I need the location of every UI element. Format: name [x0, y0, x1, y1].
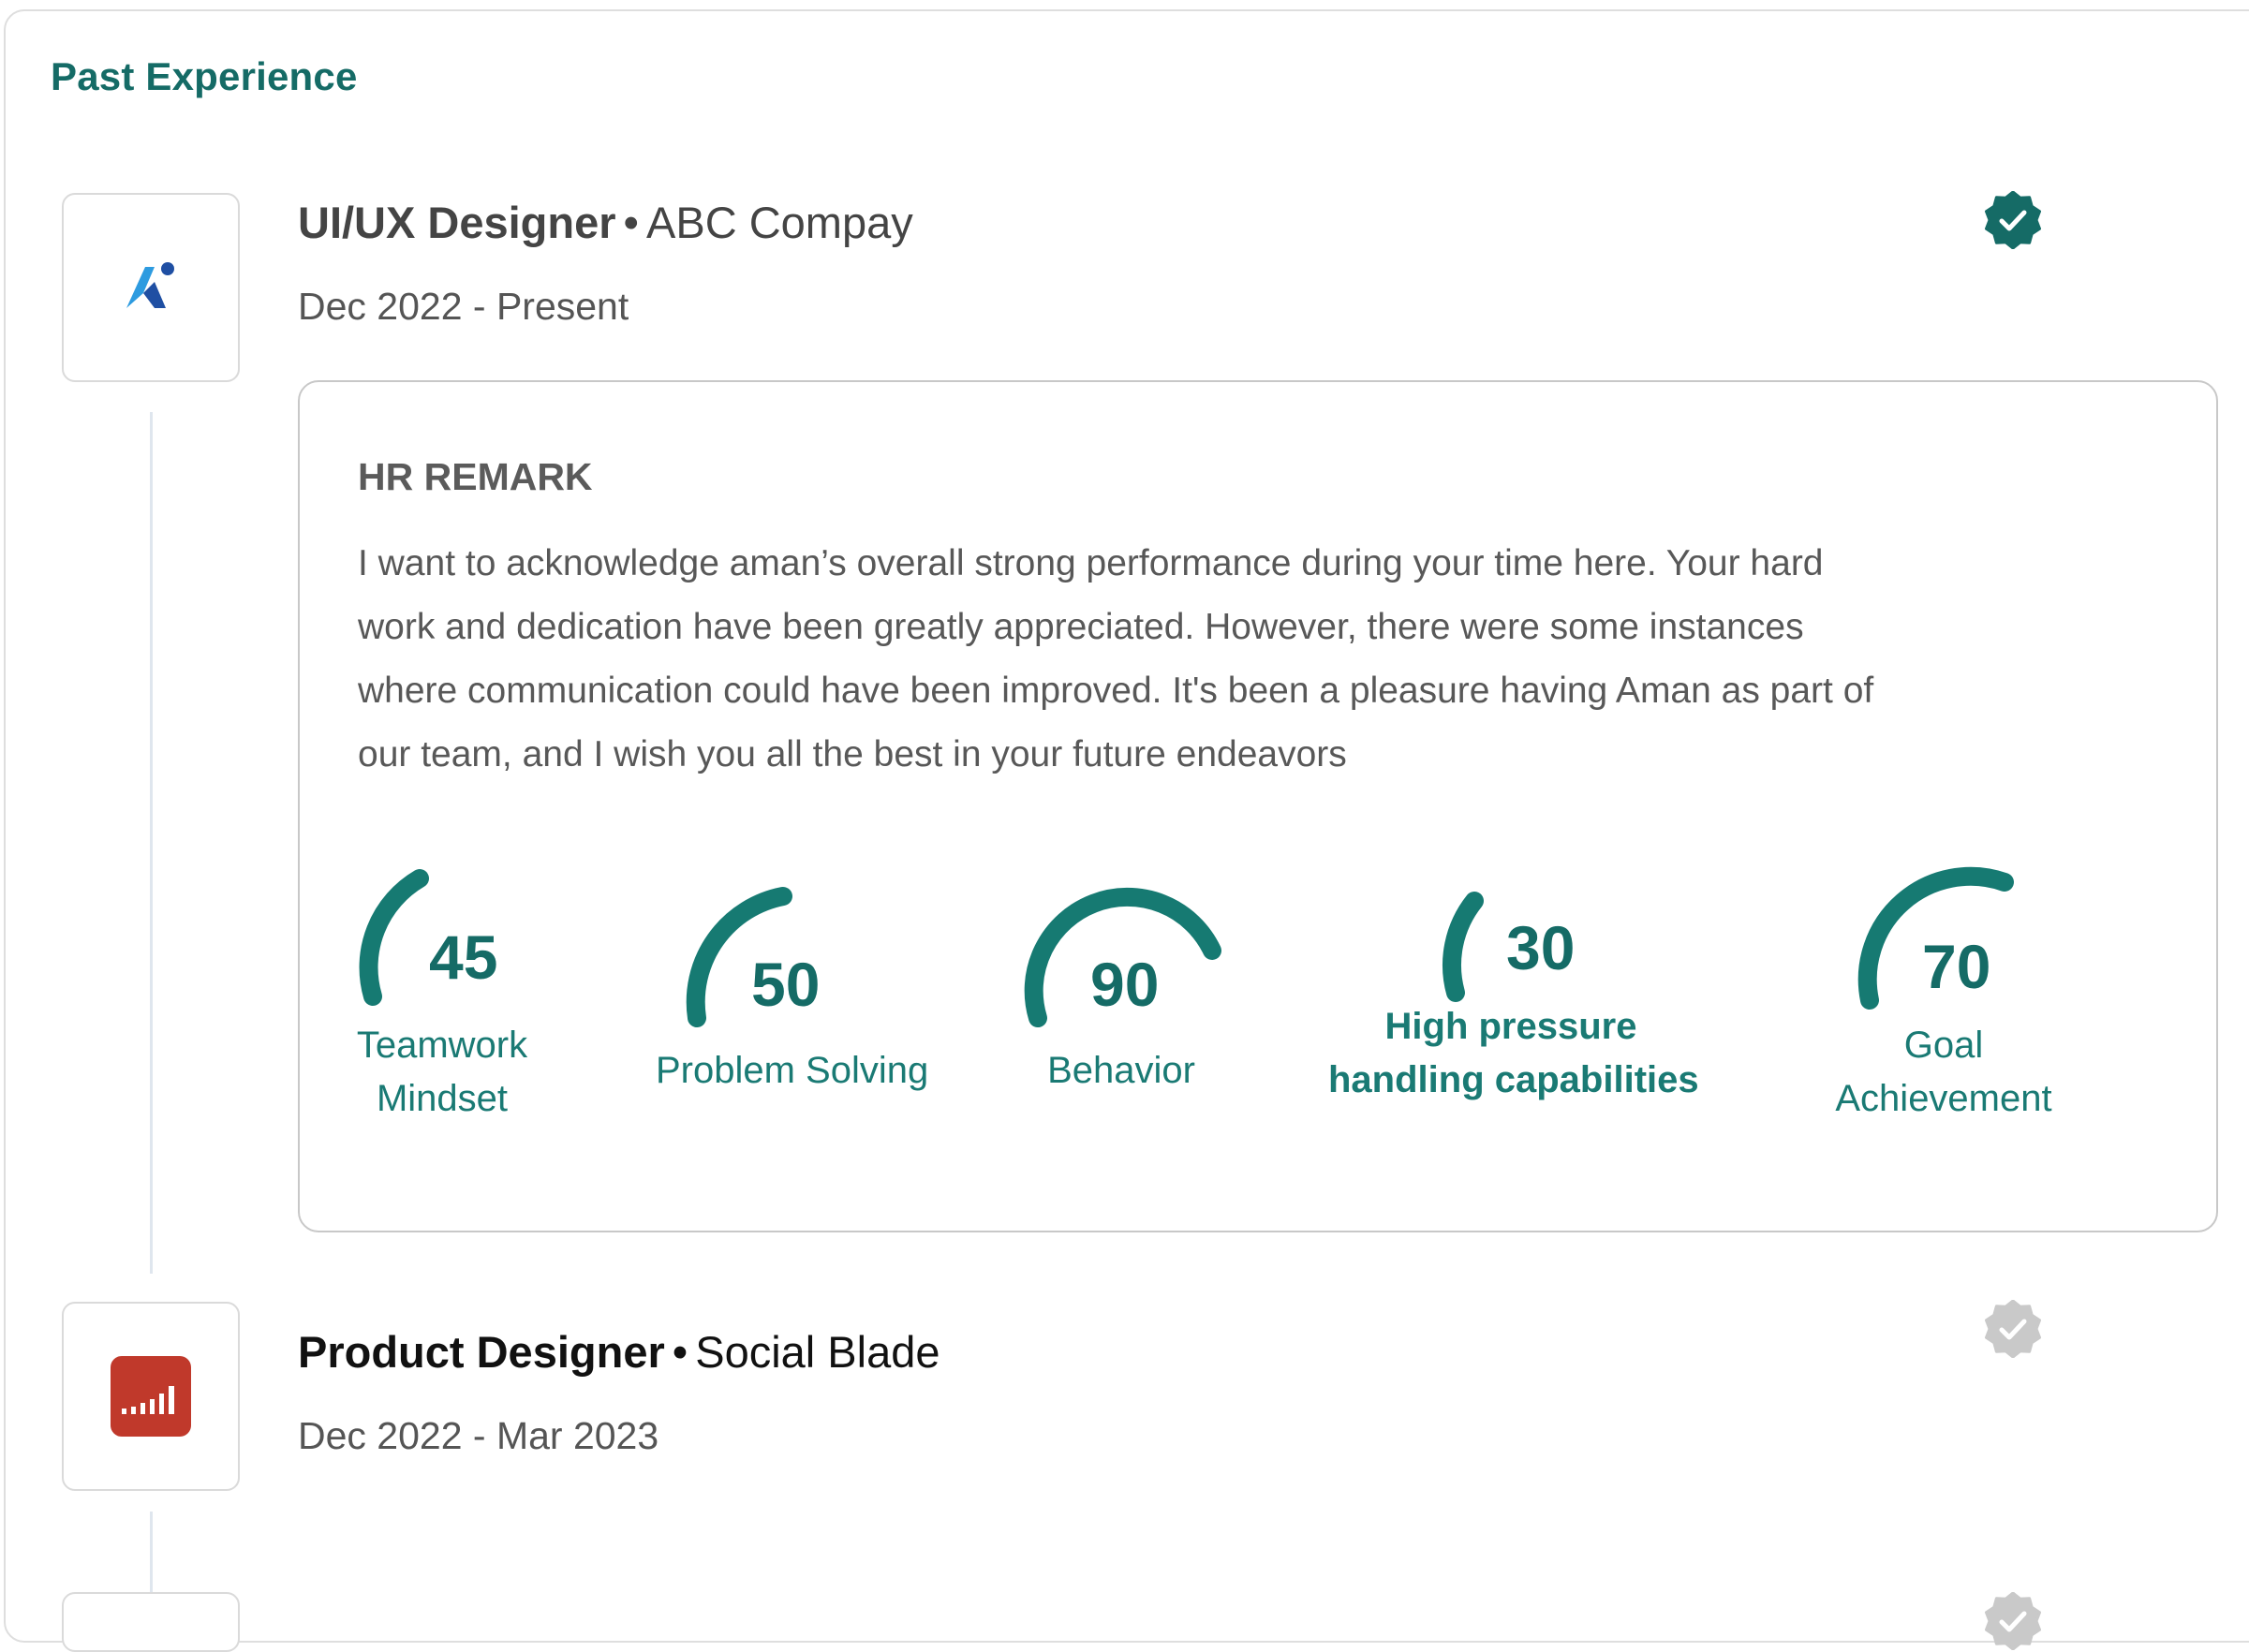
metric-label-line: Behavior	[1047, 1050, 1195, 1091]
metric-label: High pressure handling capabilities	[1328, 1000, 1699, 1107]
metric-label: Problem Solving	[656, 1044, 929, 1098]
metric-label-line: High pressure	[1384, 1006, 1637, 1047]
remark-line: work and dedication have been greatly ap…	[358, 607, 1804, 647]
job-title-2: Product Designer • Social Blade	[298, 1326, 940, 1378]
metric-value: 50	[751, 950, 821, 1019]
metric-label-line: Mindset	[376, 1078, 509, 1119]
company-logo	[62, 1302, 240, 1491]
timeline-connector	[150, 1512, 153, 1605]
job-title-1: UI/UX Designer • ABC Compay	[298, 197, 913, 248]
title-separator: •	[623, 198, 640, 247]
abc-company-logo-icon	[126, 262, 174, 308]
section-title: Past Experience	[51, 54, 358, 98]
remark-line: I want to acknowledge aman’s overall str…	[358, 543, 1824, 583]
company-name: Social Blade	[695, 1327, 940, 1377]
social-blade-logo-icon	[111, 1356, 191, 1437]
metric-label: Goal Achievement	[1817, 1019, 2070, 1126]
metric-label-line: handling capabilities	[1328, 1059, 1699, 1100]
company-logo	[62, 1592, 240, 1652]
job-role: Product Designer	[298, 1327, 665, 1377]
timeline-connector	[150, 412, 153, 1274]
unverified-badge-icon[interactable]	[1984, 1592, 2042, 1650]
metric-value: 70	[1922, 932, 1991, 1001]
remark-line: our team, and I wish you all the best in…	[358, 734, 1347, 774]
metric-label-line: Goal	[1903, 1025, 1984, 1066]
unverified-badge-icon[interactable]	[1984, 1300, 2042, 1358]
hr-remark-heading: HR REMARK	[358, 455, 593, 498]
company-name: ABC Compay	[646, 198, 913, 247]
gauge-arc	[1443, 892, 1484, 1002]
metric-value: 90	[1090, 950, 1160, 1019]
company-logo	[62, 193, 240, 382]
metric-label-line: Problem Solving	[656, 1050, 929, 1091]
metric-label: Teamwork Mindset	[330, 1019, 555, 1126]
job-dates-1: Dec 2022 - Present	[298, 285, 629, 328]
metric-label-line: Teamwork	[356, 1025, 528, 1066]
hr-remark-card: HR REMARK I want to acknowledge aman’s o…	[298, 380, 2218, 1232]
hr-remark-text: I want to acknowledge aman’s overall str…	[358, 532, 2081, 787]
metric-label: Behavior	[1014, 1044, 1229, 1098]
job-dates-2: Dec 2022 - Mar 2023	[298, 1414, 659, 1457]
job-role: UI/UX Designer	[298, 198, 616, 247]
metric-value: 30	[1506, 913, 1576, 982]
verified-badge-icon[interactable]	[1984, 191, 2042, 249]
title-separator: •	[672, 1327, 688, 1377]
remark-line: where communication could have been impr…	[358, 671, 1874, 711]
metric-label-line: Achievement	[1835, 1078, 2052, 1119]
metric-value: 45	[429, 922, 498, 992]
